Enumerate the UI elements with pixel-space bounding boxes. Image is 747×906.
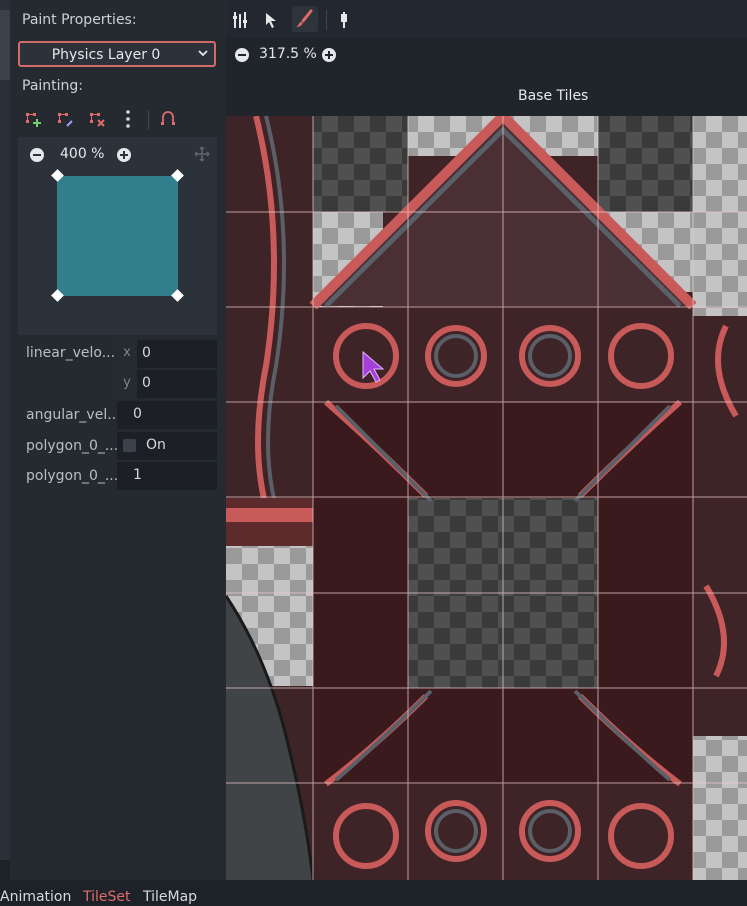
collision-polygon[interactable] <box>57 176 178 296</box>
zoom-out-icon[interactable] <box>234 47 250 63</box>
angular-velocity-value: 0 <box>133 406 142 422</box>
snap-button[interactable] <box>158 108 180 130</box>
linear-velocity-x-field[interactable]: x 0 <box>117 340 217 368</box>
more-options-button[interactable] <box>118 108 140 130</box>
polygon-one-way-checkbox[interactable]: On <box>117 432 217 460</box>
paint-properties-label: Paint Properties: <box>22 12 137 28</box>
add-point-icon <box>26 113 41 127</box>
angular-velocity-field[interactable]: 0 <box>117 401 217 429</box>
painting-label: Painting: <box>22 78 84 94</box>
dock-tab[interactable] <box>0 10 10 80</box>
tab-animation[interactable]: Animation <box>0 889 71 905</box>
linear-velocity-y-value: 0 <box>142 375 151 391</box>
paint-brush-icon <box>296 9 313 27</box>
linear-velocity-x-value: 0 <box>142 345 151 361</box>
chevron-down-icon <box>198 50 208 57</box>
edit-points-icon <box>58 113 73 127</box>
physics-layer-dropdown[interactable]: Physics Layer 0 <box>18 41 216 67</box>
add-polygon-point-button[interactable] <box>22 108 44 130</box>
property-label-polygon-margin: polygon_0_... <box>26 468 119 484</box>
atlas-header <box>226 72 747 116</box>
zoom-in-icon[interactable] <box>321 47 337 63</box>
polygon-margin-field[interactable]: 1 <box>117 462 217 490</box>
tile-atlas-canvas[interactable] <box>226 116 747 880</box>
atlas-title: Base Tiles <box>518 88 589 104</box>
select-arrow-icon[interactable] <box>264 12 278 28</box>
setup-tools-icon[interactable] <box>232 11 248 29</box>
toolbar-divider <box>148 110 149 130</box>
side-dock-strip <box>0 0 10 860</box>
kebab-menu-icon <box>126 110 130 128</box>
paint-mode-button[interactable] <box>292 6 318 32</box>
edit-polygon-button[interactable] <box>54 108 76 130</box>
move-icon <box>194 146 210 162</box>
polygon-margin-value: 1 <box>133 467 142 483</box>
property-label-linear-velocity: linear_velo... <box>26 345 116 361</box>
linear-velocity-y-field[interactable]: y 0 <box>117 370 217 398</box>
checkbox-box[interactable] <box>123 439 136 452</box>
snap-icon <box>161 111 175 125</box>
delete-polygon-point-button[interactable] <box>86 108 108 130</box>
property-label-angular-velocity: angular_vel... <box>26 407 121 423</box>
tab-tilemap[interactable]: TileMap <box>143 889 197 905</box>
preview-zoom-level: 400 % <box>60 146 105 162</box>
atlas-zoom-level[interactable]: 317.5 % <box>259 46 317 62</box>
delete-point-icon <box>90 113 105 127</box>
eyedropper-icon[interactable] <box>338 11 350 29</box>
dropdown-value: Physics Layer 0 <box>51 47 161 63</box>
tab-tileset[interactable]: TileSet <box>83 889 131 905</box>
axis-label-y: y <box>117 370 137 398</box>
checkbox-label: On <box>146 437 166 453</box>
toolbar-divider <box>326 10 327 30</box>
zoom-out-icon[interactable] <box>28 146 46 164</box>
tileset-texture <box>226 116 747 880</box>
zoom-in-icon[interactable] <box>115 146 133 164</box>
axis-label-x: x <box>117 340 137 368</box>
property-label-polygon-one-way: polygon_0_... <box>26 438 119 454</box>
